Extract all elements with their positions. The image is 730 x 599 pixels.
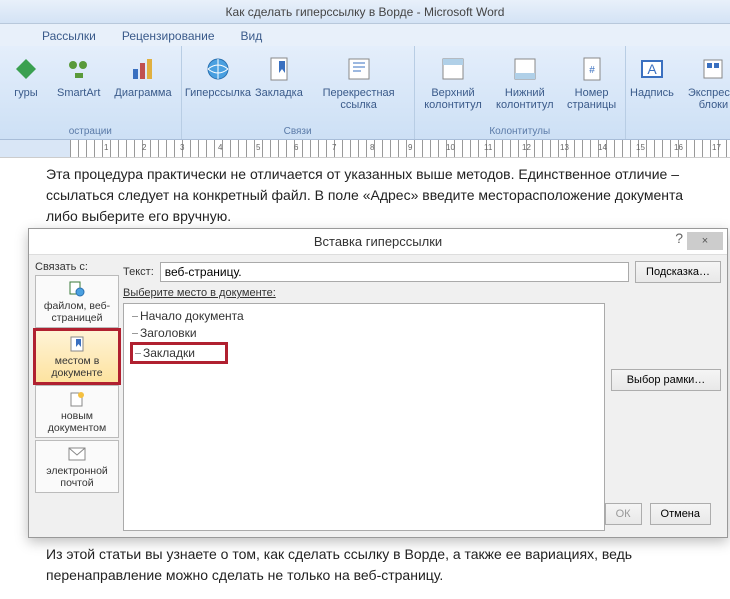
menu-tab[interactable]: Рассылки (30, 26, 108, 46)
ribbon-crossref[interactable]: Перекрестная ссылка (308, 48, 410, 124)
ribbon-header[interactable]: Верхний колонтитул (419, 48, 488, 124)
dialog-main: Текст: Подсказка… Выберите место в докум… (123, 261, 721, 531)
ribbon-quickparts[interactable]: Экспресс-блоки (678, 48, 730, 135)
ribbon-group-label: Связи (186, 124, 410, 139)
pagenum-icon: # (576, 53, 608, 85)
ribbon-bookmark[interactable]: Закладка (254, 48, 303, 124)
svg-text:#: # (589, 65, 595, 76)
ruler: 1234567891011121314151617 (0, 140, 730, 158)
tree-item[interactable]: Заголовки (130, 325, 598, 342)
ribbon-textbox[interactable]: AНадпись (630, 48, 674, 135)
ribbon-group-label (630, 135, 730, 139)
menu-tab[interactable]: Рецензирование (110, 26, 227, 46)
shape-icon (10, 53, 42, 85)
document-tree[interactable]: Начало документа Заголовки Закладки (123, 303, 605, 531)
ribbon-shape[interactable]: гуры (4, 48, 48, 124)
new-doc-icon (67, 389, 87, 409)
hyperlink-dialog: Вставка гиперссылки ? × Связать с: файло… (28, 228, 728, 538)
link-to-new-doc[interactable]: новым документом (35, 385, 119, 438)
dialog-title: Вставка гиперссылки ? × (29, 229, 727, 255)
document-body: Эта процедура практически не отличается … (0, 158, 730, 227)
link-icon (202, 53, 234, 85)
ribbon-footer[interactable]: Нижний колонтитул (491, 48, 558, 124)
tree-item[interactable]: Начало документа (130, 308, 598, 325)
paragraph: Из этой статьи вы узнаете о том, как сде… (46, 544, 710, 586)
ribbon-pagenum[interactable]: #Номер страницы (562, 48, 621, 124)
ribbon-group-label: Колонтитулы (419, 124, 621, 139)
help-button[interactable]: ? (675, 230, 683, 246)
close-button[interactable]: × (687, 232, 723, 250)
footer-icon (509, 53, 541, 85)
link-to-email[interactable]: электронной почтой (35, 440, 119, 493)
link-to-file-web[interactable]: файлом, веб-страницей (35, 275, 119, 328)
text-label: Текст: (123, 266, 154, 278)
link-to-label: Связать с: (35, 261, 119, 273)
menu-tabs: Рассылки Рецензирование Вид (0, 24, 730, 46)
smartart-icon (63, 53, 95, 85)
window-title: Как сделать гиперссылку в Ворде - Micros… (0, 0, 730, 24)
link-to-panel: Связать с: файлом, веб-страницей местом … (35, 261, 119, 531)
ribbon-chart[interactable]: Диаграмма (109, 48, 176, 124)
header-icon (437, 53, 469, 85)
textbox-icon: A (636, 53, 668, 85)
quickparts-icon (697, 53, 729, 85)
link-text-input[interactable] (160, 262, 629, 282)
crossref-icon (343, 53, 375, 85)
cancel-button[interactable]: Отмена (650, 503, 711, 525)
hint-button[interactable]: Подсказка… (635, 261, 721, 283)
link-to-place-in-doc[interactable]: местом в документе (35, 330, 119, 383)
frame-button[interactable]: Выбор рамки… (611, 369, 721, 391)
email-icon (67, 444, 87, 464)
ribbon-smartart[interactable]: SmartArt (52, 48, 105, 124)
bookmark-doc-icon (67, 334, 87, 354)
tree-item-bookmarks[interactable]: Закладки (130, 342, 228, 365)
paragraph: Эта процедура практически не отличается … (46, 164, 700, 227)
ribbon: гурыSmartArtДиаграммаострации Гиперссылка… (0, 46, 730, 140)
bookmark-icon (263, 53, 295, 85)
ribbon-link[interactable]: Гиперссылка (186, 48, 251, 124)
globe-file-icon (67, 279, 87, 299)
svg-text:A: A (647, 61, 657, 77)
ok-button[interactable]: ОК (605, 503, 642, 525)
menu-tab[interactable]: Вид (229, 26, 275, 46)
chart-icon (127, 53, 159, 85)
ribbon-group-label: острации (4, 124, 177, 139)
